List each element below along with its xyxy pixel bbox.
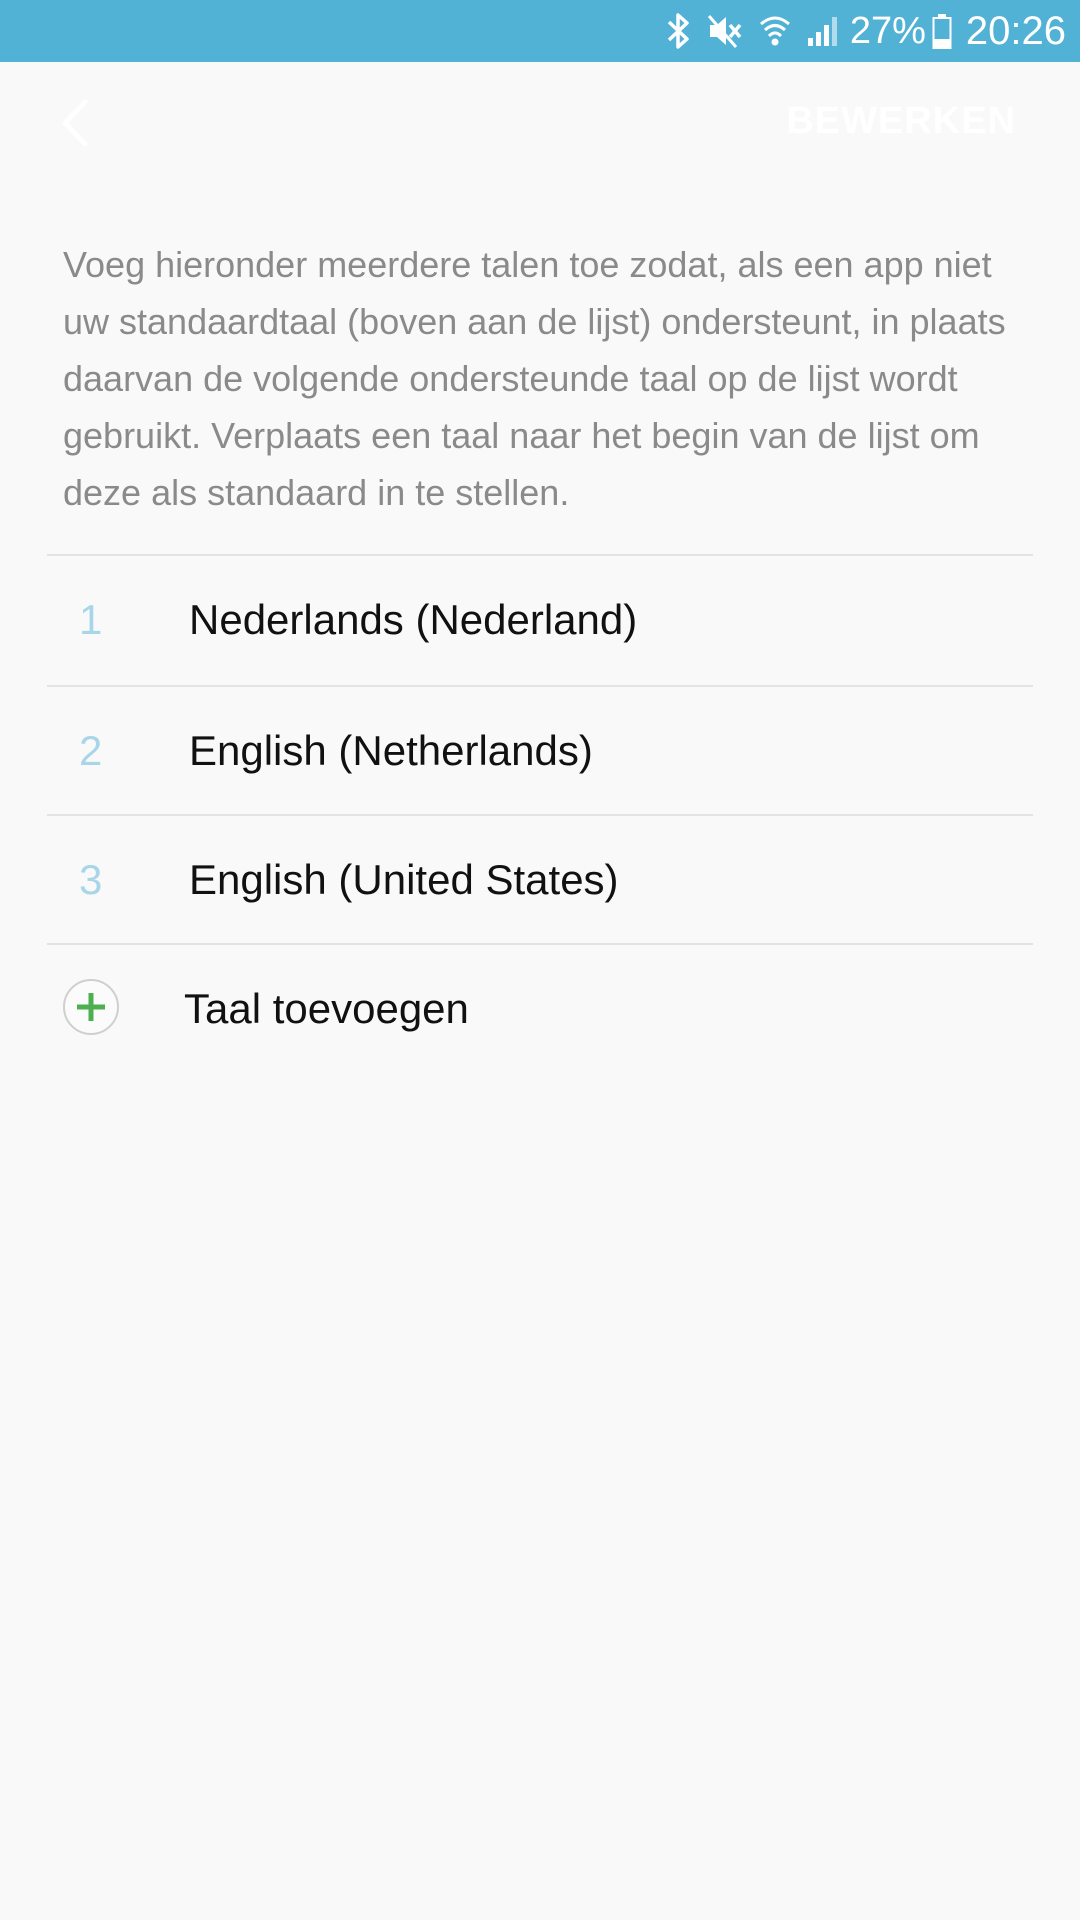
add-language-label: Taal toevoegen [184, 985, 469, 1032]
bluetooth-icon [666, 11, 692, 51]
mute-icon [706, 11, 744, 51]
battery-icon [932, 11, 952, 51]
language-label: Nederlands (Nederland) [189, 596, 638, 643]
wifi-icon [758, 11, 792, 51]
back-button[interactable] [44, 92, 104, 158]
language-number: 1 [79, 596, 103, 643]
language-label: English (Netherlands) [189, 727, 593, 774]
language-number: 3 [79, 856, 103, 903]
status-bar: 27% 20:26 [0, 0, 1080, 62]
language-label: English (United States) [189, 856, 619, 903]
language-number: 2 [79, 727, 103, 774]
battery-percentage: 27% [849, 10, 926, 52]
app-bar: BEWERKEN [0, 62, 1080, 192]
language-item-2[interactable]: 2 English (Netherlands) [47, 687, 1033, 814]
plus-icon [63, 979, 119, 1035]
description-text: Voeg hieronder meerdere talen toe zodat,… [63, 244, 1006, 513]
signal-icon [806, 11, 840, 51]
edit-button[interactable]: BEWERKEN [786, 100, 1016, 143]
clock: 20:26 [965, 9, 1066, 53]
language-item-3[interactable]: 3 English (United States) [47, 816, 1033, 943]
add-language-button[interactable]: Taal toevoegen [47, 945, 1033, 1072]
language-item-1[interactable]: 1 Nederlands (Nederland) [47, 556, 1033, 683]
chevron-left-icon [57, 98, 91, 153]
